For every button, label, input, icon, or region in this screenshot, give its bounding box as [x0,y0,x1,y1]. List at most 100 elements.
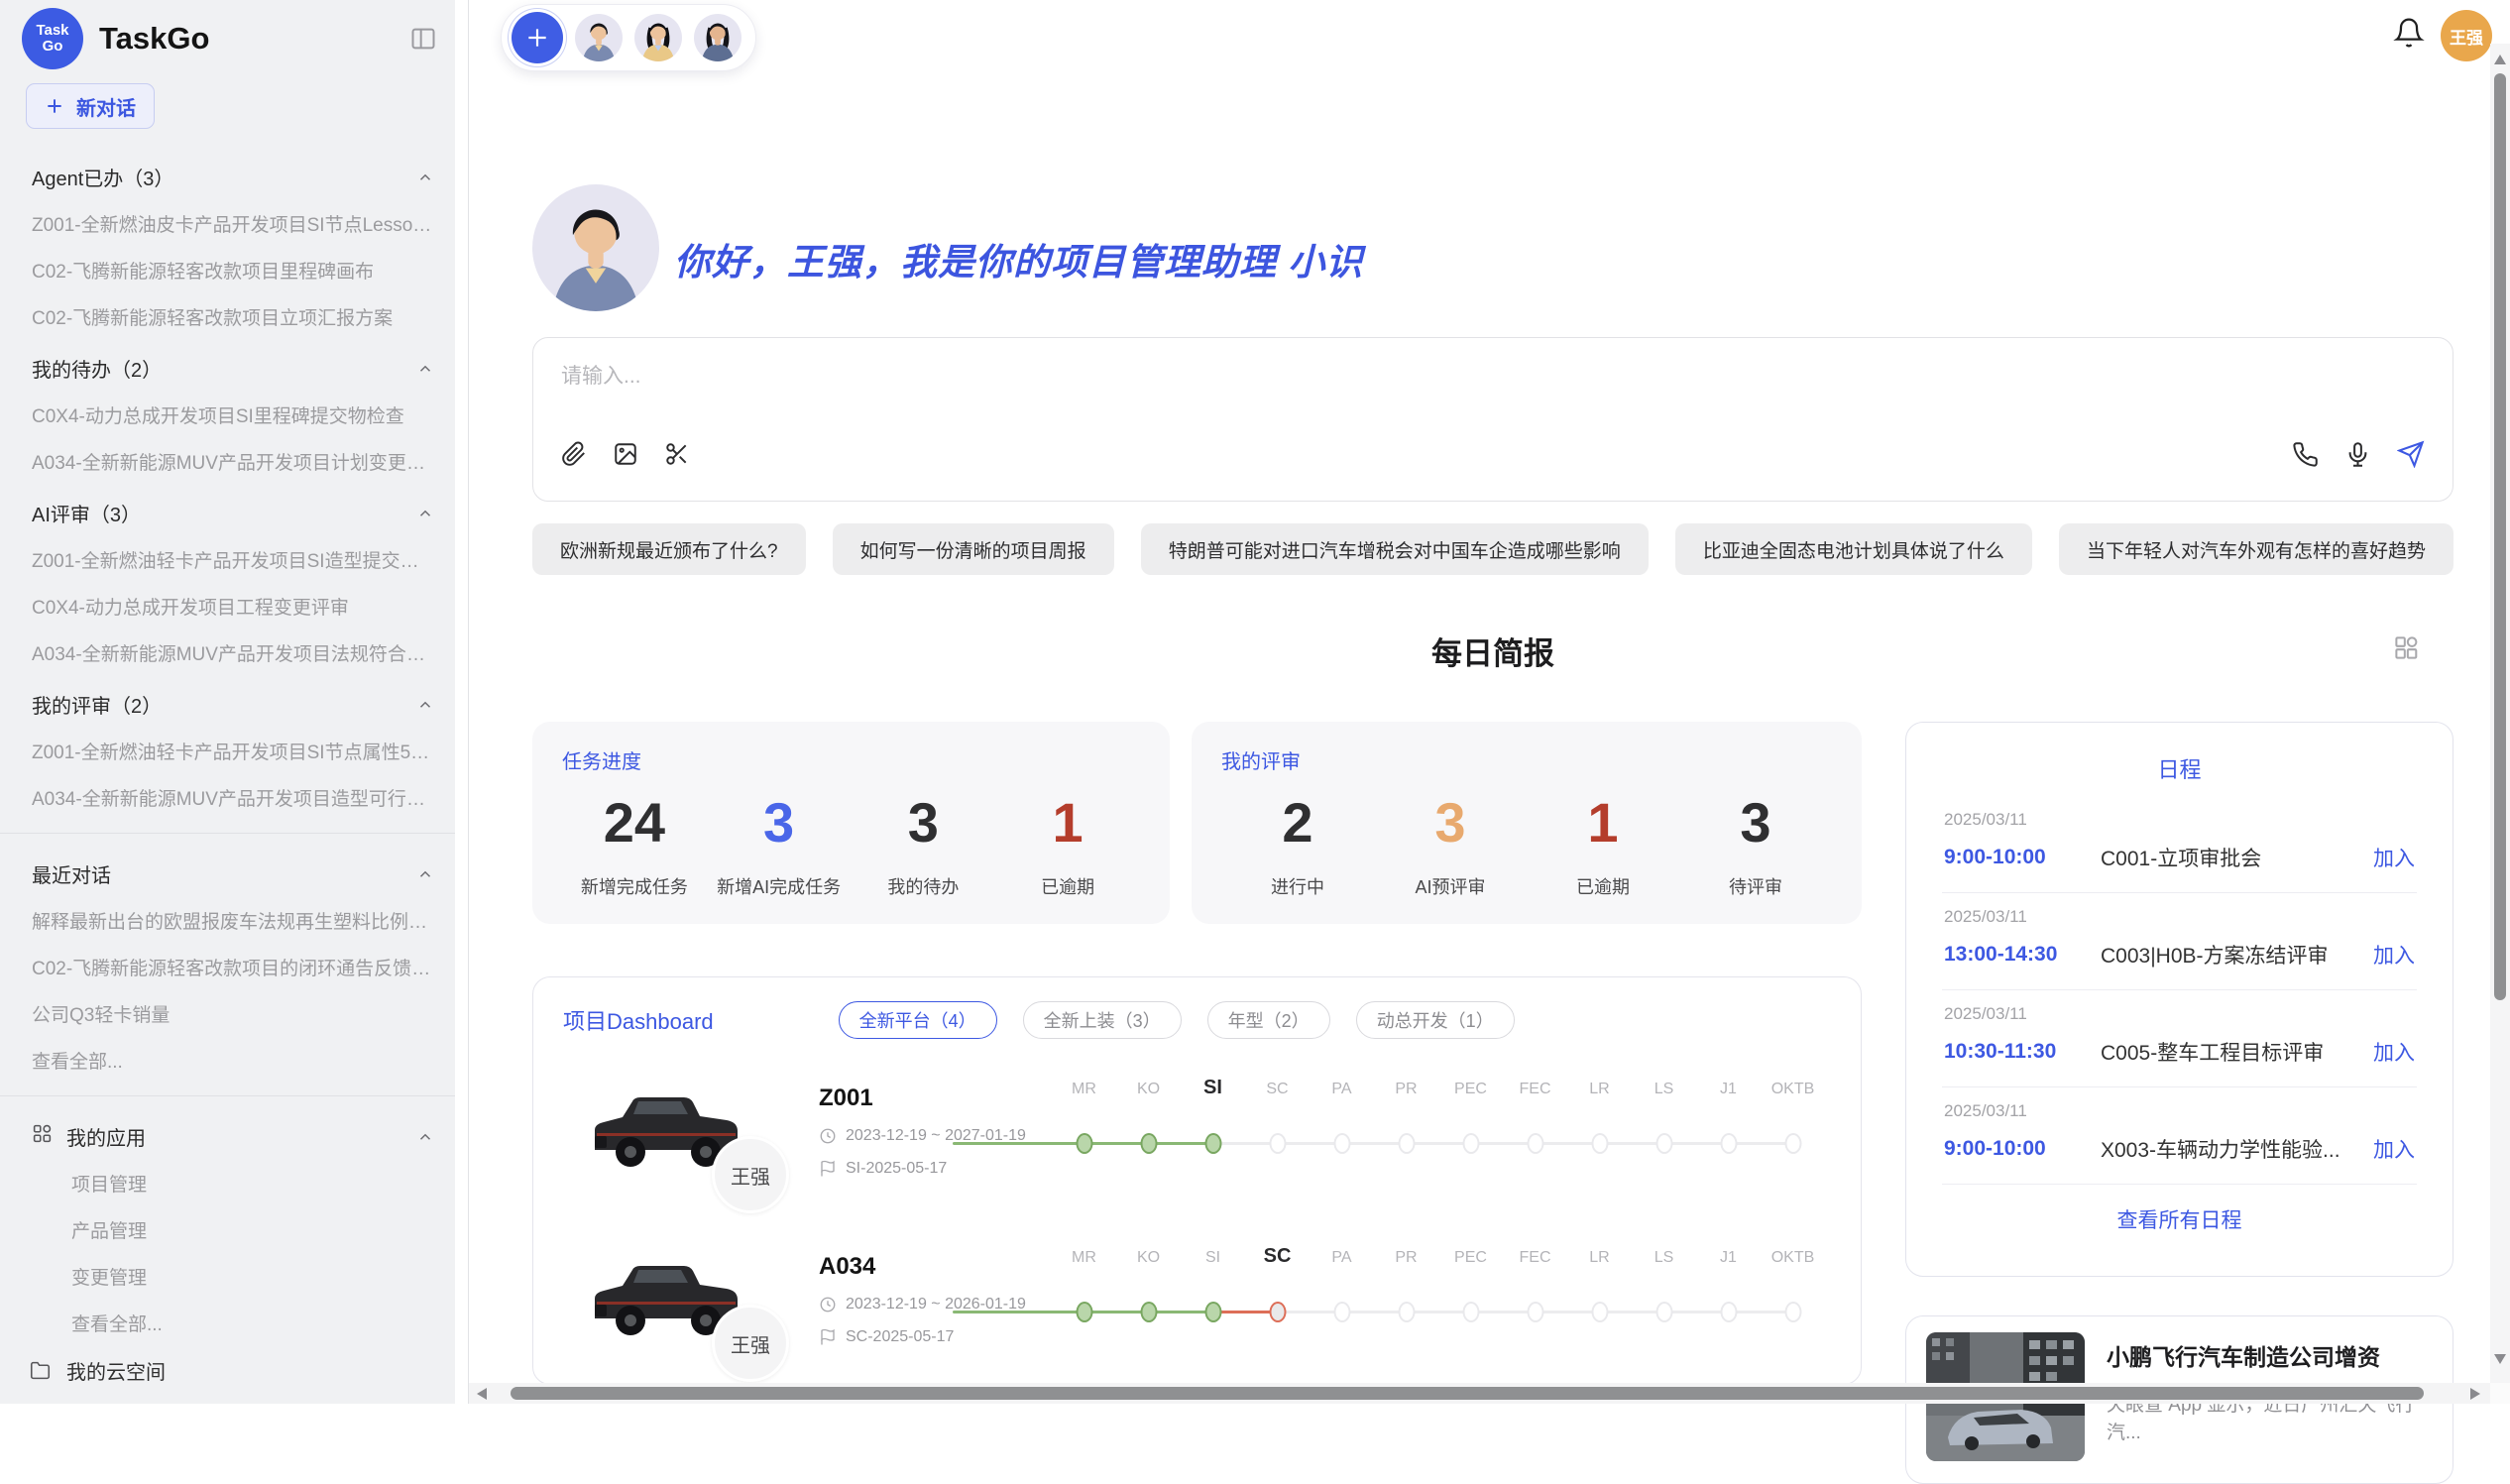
sidebar-chat-item[interactable]: C02-飞腾新能源轻客改款项目的闭环通告反馈情况 [0,944,468,990]
event-time: 9:00-10:00 [1944,846,2101,869]
dashboard-filter-tab[interactable]: 全新平台（4） [839,1001,997,1039]
sidebar-collapse-icon[interactable] [408,25,438,53]
schedule-event: 2025/03/1110:30-11:30C005-整车工程目标评审加入 [1942,990,2417,1087]
sidebar-item-favorites[interactable]: 我的收藏 [0,1395,468,1404]
event-join-link[interactable]: 加入 [2373,843,2415,872]
milestone-label: FEC [1520,1249,1551,1267]
sidebar-scrollbar-track[interactable] [455,0,468,1404]
milestone-dot [1655,1302,1672,1322]
stat-label: 我的待办 [852,873,996,899]
sidebar-section-header[interactable]: Agent已办（3） [0,149,468,200]
suggestion-chip[interactable]: 特朗普可能对进口汽车增税会对中国车企造成哪些影响 [1141,523,1649,575]
notification-bell-icon[interactable] [2393,17,2425,54]
sidebar-task-item[interactable]: C02-飞腾新能源轻客改款项目里程碑画布 [0,247,468,293]
sidebar-task-item[interactable]: Z001-全新燃油轻卡产品开发项目SI节点属性5D文件评审 [0,728,468,774]
event-join-link[interactable]: 加入 [2373,940,2415,970]
schedule-event: 2025/03/119:00-10:00X003-车辆动力学性能验...加入 [1942,1087,2417,1185]
insert-image-icon[interactable] [613,441,638,467]
sidebar-view-all-link[interactable]: 查看全部... [0,1037,468,1084]
stat-card: 我的评审2进行中3AI预评审1已逾期3待评审 [1192,722,1862,924]
sidebar-app-item[interactable]: 查看全部... [0,1300,468,1346]
event-join-link[interactable]: 加入 [2373,1134,2415,1164]
microphone-icon[interactable] [2344,441,2371,468]
horizontal-scrollbar[interactable] [469,1383,2490,1404]
event-join-link[interactable]: 加入 [2373,1037,2415,1067]
member-avatar[interactable] [694,14,742,61]
suggestion-chip[interactable]: 当下年轻人对汽车外观有怎样的喜好趋势 [2059,523,2453,575]
sidebar-task-item[interactable]: C0X4-动力总成开发项目工程变更评审 [0,583,468,629]
milestone-label: SI [1205,1249,1220,1267]
suggestion-chip[interactable]: 欧洲新规最近颁布了什么? [532,523,806,575]
milestone-label: LR [1589,1081,1609,1098]
dashboard-title: 项目Dashboard [563,1004,714,1036]
sidebar-app-item[interactable]: 变更管理 [0,1253,468,1300]
sidebar-chat-item[interactable]: 公司Q3轻卡销量 [0,990,468,1037]
sidebar-section-header[interactable]: 我的评审（2） [0,676,468,728]
plus-icon [524,25,550,51]
milestone-dot [1784,1302,1801,1322]
milestone-dot [1204,1133,1221,1154]
horizontal-scroll-thumb[interactable] [511,1387,2424,1400]
vertical-scrollbar[interactable] [2490,44,2510,1383]
vertical-scroll-thumb[interactable] [2494,73,2506,1000]
stat-cell: 3待评审 [1679,788,1832,899]
sidebar-task-item[interactable]: Z001-全新燃油轻卡产品开发项目SI造型提交物评审 [0,536,468,583]
suggestion-chip[interactable]: 比亚迪全固态电池计划具体说了什么 [1675,523,2032,575]
sidebar: Task Go TaskGo 新对话 Agent已办（3）Z001-全新燃油皮卡… [0,0,469,1404]
user-avatar[interactable]: 王强 [2441,10,2492,61]
sidebar-task-item[interactable]: C02-飞腾新能源轻客改款项目立项汇报方案 [0,293,468,340]
project-info: A0342023-12-19 ~ 2026-01-19SC-2025-05-17 [819,1253,1042,1346]
dashboard-filter-tab[interactable]: 动总开发（1） [1356,1001,1515,1039]
stat-grid: 24新增完成任务3新增AI完成任务3我的待办1已逾期 [562,788,1140,899]
sidebar-section-recent-chats[interactable]: 最近对话 [0,846,468,897]
stat-label: 新增AI完成任务 [707,873,852,899]
layout-grid-icon[interactable] [2393,634,2420,666]
sidebar-app-item[interactable]: 项目管理 [0,1160,468,1206]
sidebar-task-item[interactable]: A034-全新新能源MUV产品开发项目法规符合性评审 [0,629,468,676]
sidebar-section-header[interactable]: AI评审（3） [0,485,468,536]
sidebar-section-my-apps[interactable]: 我的应用 [0,1108,468,1160]
scroll-up-arrow[interactable] [2494,52,2506,69]
milestone-label: PR [1395,1249,1417,1267]
chevron-up-icon [416,865,434,883]
milestone-dot [1784,1133,1801,1154]
send-icon[interactable] [2397,440,2425,468]
attach-file-icon[interactable] [561,441,587,467]
user-name: 王强 [2450,24,2483,49]
new-chat-button[interactable]: 新对话 [26,83,155,129]
event-date: 2025/03/11 [1944,1101,2415,1121]
add-member-button[interactable] [512,12,563,63]
project-dashboard-card: 项目Dashboard 全新平台（4）全新上装（3）年型（2）动总开发（1） 王… [532,976,1862,1385]
stat-value: 1 [995,788,1140,857]
chat-input[interactable] [561,360,2425,435]
dashboard-filter-tab[interactable]: 全新上装（3） [1023,1001,1182,1039]
sidebar-section-header[interactable]: 我的待办（2） [0,340,468,392]
app-title: TaskGo [99,21,393,57]
stat-cell: 1已逾期 [995,788,1140,899]
event-time: 9:00-10:00 [1944,1137,2101,1161]
screenshot-scissors-icon[interactable] [664,441,690,467]
scroll-right-arrow[interactable] [2470,1387,2480,1405]
member-avatar[interactable] [575,14,623,61]
sidebar-task-item[interactable]: A034-全新新能源MUV产品开发项目造型可行性评审 [0,774,468,821]
view-all-schedule-link[interactable]: 查看所有日程 [1942,1204,2417,1234]
sidebar-task-item[interactable]: Z001-全新燃油皮卡产品开发项目SI节点Lesson Learn报告 [0,200,468,247]
dashboard-filter-tab[interactable]: 年型（2） [1207,1001,1330,1039]
sidebar-task-item[interactable]: C0X4-动力总成开发项目SI里程碑提交物检查 [0,392,468,438]
scroll-left-arrow[interactable] [477,1387,487,1405]
milestone-dot [1333,1302,1350,1322]
logo-text-bottom: Go [43,39,63,55]
suggestion-chip[interactable]: 如何写一份清晰的项目周报 [833,523,1114,575]
event-name: C001-立项审批会 [2101,843,2373,872]
sidebar-chat-item[interactable]: 解释最新出台的欧盟报废车法规再生塑料比例被调至15%... [0,897,468,944]
scroll-down-arrow[interactable] [2494,1351,2506,1369]
member-avatar[interactable] [634,14,682,61]
schedule-event: 2025/03/119:00-10:00C001-立项审批会加入 [1942,796,2417,893]
sidebar-app-item[interactable]: 产品管理 [0,1206,468,1253]
logo-text-top: Task [36,23,68,39]
sidebar-item-cloud-space[interactable]: 我的云空间 [0,1346,468,1395]
project-code: A034 [819,1253,1042,1281]
event-time: 10:30-11:30 [1944,1040,2101,1064]
sidebar-task-item[interactable]: A034-全新新能源MUV产品开发项目计划变更表编写 [0,438,468,485]
voice-call-icon[interactable] [2292,441,2319,468]
